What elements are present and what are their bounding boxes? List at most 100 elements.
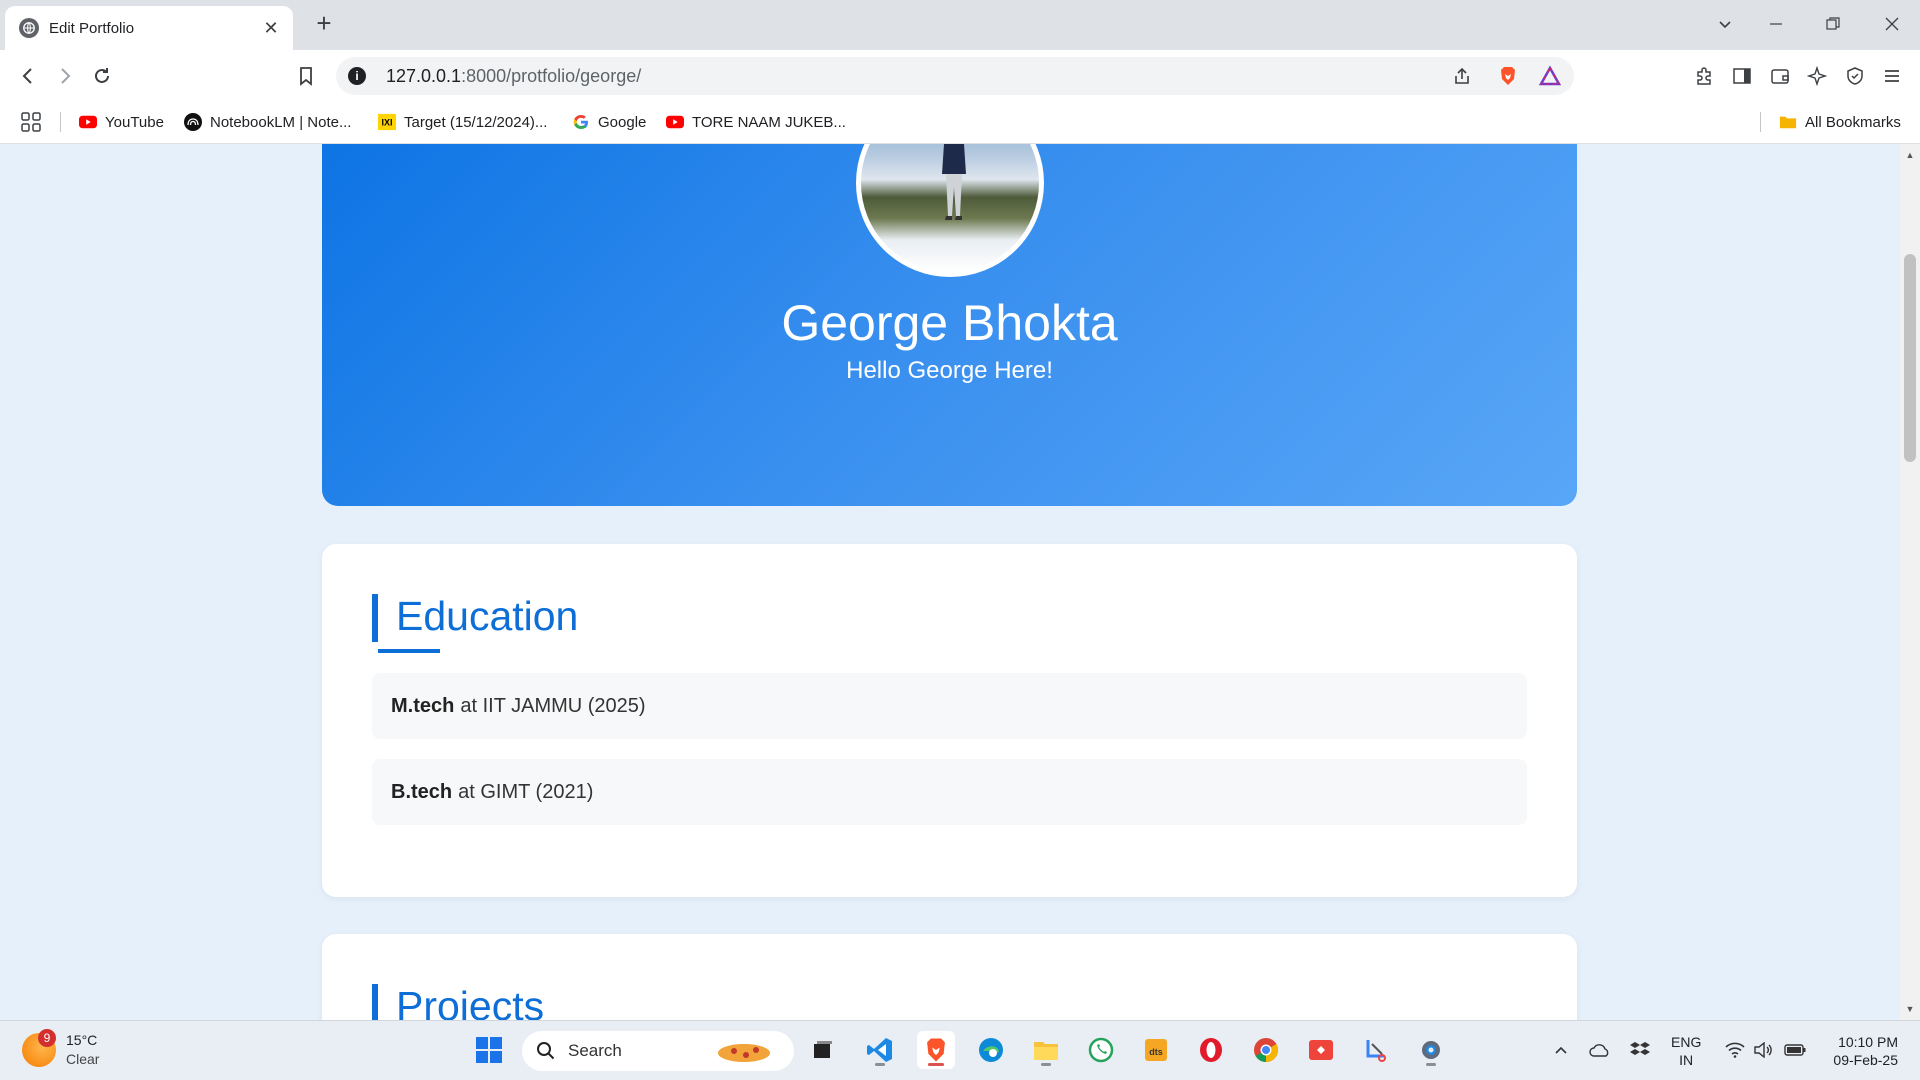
search-placeholder: Search bbox=[568, 1041, 622, 1060]
apps-icon[interactable] bbox=[20, 110, 42, 134]
chevron-up-icon[interactable] bbox=[1550, 1039, 1572, 1061]
running-indicator bbox=[1426, 1063, 1436, 1066]
snipping-tool-icon[interactable] bbox=[1357, 1031, 1395, 1069]
site-info-icon[interactable]: i bbox=[348, 67, 366, 85]
leo-ai-icon[interactable] bbox=[1804, 63, 1830, 89]
profile-header: George Bhokta Hello George Here! bbox=[322, 144, 1577, 506]
bookmark-target[interactable]: IXI Target (15/12/2024)... bbox=[378, 110, 547, 134]
degree-detail: at GIMT (2021) bbox=[458, 780, 594, 803]
weather-icon: 9 bbox=[22, 1029, 56, 1067]
tab-strip: Edit Portfolio ✕ + bbox=[0, 0, 1920, 50]
bookmarks-bar: YouTube NotebookLM | Note... IXI Target … bbox=[0, 100, 1920, 144]
new-tab-button[interactable]: + bbox=[312, 10, 336, 36]
globe-icon bbox=[19, 18, 39, 38]
profile-bio: Hello George Here! bbox=[846, 357, 1053, 384]
taskbar-search[interactable]: Search bbox=[522, 1031, 794, 1071]
browser-toolbar: i 127.0.0.1:8000/protfolio/george/ bbox=[0, 50, 1920, 100]
weather-widget[interactable]: 9 15°C Clear bbox=[22, 1029, 100, 1069]
settings-icon[interactable] bbox=[1412, 1031, 1450, 1069]
degree-label: B.tech bbox=[391, 780, 453, 803]
address-bar[interactable]: i 127.0.0.1:8000/protfolio/george/ bbox=[336, 57, 1574, 95]
bookmark-separator bbox=[1760, 112, 1761, 132]
degree-detail: at IIT JAMMU (2025) bbox=[460, 694, 646, 717]
youtube-icon bbox=[666, 113, 684, 131]
education-title: Education bbox=[372, 594, 578, 642]
reload-button[interactable] bbox=[88, 62, 116, 90]
dts-audio-icon[interactable]: dts bbox=[1137, 1031, 1175, 1069]
projects-card: Projects bbox=[322, 934, 1577, 1020]
onedrive-icon[interactable] bbox=[1589, 1039, 1611, 1061]
clock[interactable]: 10:10 PM 09-Feb-25 bbox=[1828, 1033, 1898, 1069]
minimize-button[interactable] bbox=[1756, 8, 1796, 40]
forward-button[interactable] bbox=[51, 62, 79, 90]
start-button[interactable] bbox=[470, 1031, 508, 1069]
running-indicator bbox=[875, 1063, 885, 1066]
share-icon[interactable] bbox=[1450, 64, 1474, 88]
close-tab-icon[interactable]: ✕ bbox=[261, 18, 281, 38]
whatsapp-icon[interactable] bbox=[1082, 1031, 1120, 1069]
bookmark-page-icon[interactable] bbox=[292, 62, 320, 90]
scroll-down-arrow[interactable]: ▼ bbox=[1905, 1004, 1915, 1014]
title-underline bbox=[378, 649, 440, 653]
running-indicator bbox=[1041, 1063, 1051, 1066]
dropbox-icon[interactable] bbox=[1629, 1039, 1651, 1061]
notebooklm-icon bbox=[184, 113, 202, 131]
bookmark-separator bbox=[60, 112, 61, 132]
edge-icon[interactable] bbox=[972, 1031, 1010, 1069]
restore-button[interactable] bbox=[1813, 8, 1853, 40]
bookmark-google[interactable]: Google bbox=[572, 110, 646, 134]
menu-icon[interactable] bbox=[1879, 63, 1905, 89]
active-indicator bbox=[928, 1063, 944, 1066]
tab-title: Edit Portfolio bbox=[49, 19, 135, 37]
svg-text:dts: dts bbox=[1149, 1047, 1163, 1057]
search-highlight-icon bbox=[718, 1044, 770, 1062]
task-view-icon[interactable] bbox=[804, 1031, 842, 1069]
back-button[interactable] bbox=[14, 62, 42, 90]
projects-title: Projects bbox=[372, 984, 544, 1020]
page-scrollbar[interactable]: ▲ ▼ bbox=[1900, 144, 1920, 1020]
profile-name: George Bhokta bbox=[781, 295, 1118, 351]
youtube-icon bbox=[79, 113, 97, 131]
avatar bbox=[856, 144, 1044, 277]
weather-condition: Clear bbox=[66, 1051, 100, 1067]
bookmark-tore-naam[interactable]: TORE NAAM JUKEB... bbox=[666, 110, 846, 134]
battery-icon[interactable] bbox=[1784, 1039, 1806, 1061]
wifi-icon[interactable] bbox=[1724, 1039, 1746, 1061]
chrome-icon[interactable] bbox=[1247, 1031, 1285, 1069]
opera-icon[interactable] bbox=[1192, 1031, 1230, 1069]
page-viewport: George Bhokta Hello George Here! Educati… bbox=[0, 144, 1900, 1020]
volume-icon[interactable] bbox=[1752, 1039, 1774, 1061]
brave-shields-icon[interactable] bbox=[1496, 64, 1520, 88]
wallet-icon[interactable] bbox=[1767, 63, 1793, 89]
browser-tab[interactable]: Edit Portfolio ✕ bbox=[5, 6, 293, 50]
search-icon bbox=[537, 1042, 555, 1060]
windows-taskbar: 9 15°C Clear Search dts ENG IN 10:10 PM … bbox=[0, 1020, 1920, 1080]
ixl-icon: IXI bbox=[378, 113, 396, 131]
bookmark-youtube[interactable]: YouTube bbox=[79, 110, 164, 134]
scroll-up-arrow[interactable]: ▲ bbox=[1905, 150, 1915, 160]
svg-text:IXI: IXI bbox=[381, 118, 392, 128]
sidebar-icon[interactable] bbox=[1729, 63, 1755, 89]
vpn-icon[interactable] bbox=[1842, 63, 1868, 89]
anydesk-icon[interactable] bbox=[1302, 1031, 1340, 1069]
person-photo bbox=[942, 144, 966, 220]
brave-browser-icon[interactable] bbox=[917, 1031, 955, 1069]
vscode-icon[interactable] bbox=[861, 1031, 899, 1069]
degree-label: M.tech bbox=[391, 694, 455, 717]
tab-search-chevron-icon[interactable] bbox=[1705, 8, 1745, 40]
extensions-icon[interactable] bbox=[1691, 63, 1717, 89]
education-item: B.tech at GIMT (2021) bbox=[372, 759, 1527, 825]
file-explorer-icon[interactable] bbox=[1027, 1031, 1065, 1069]
weather-badge: 9 bbox=[38, 1029, 56, 1047]
google-icon bbox=[572, 113, 590, 131]
weather-temp: 15°C bbox=[66, 1032, 98, 1048]
scroll-thumb[interactable] bbox=[1904, 254, 1916, 462]
language-indicator[interactable]: ENG IN bbox=[1671, 1033, 1701, 1069]
brave-rewards-icon[interactable] bbox=[1538, 64, 1562, 88]
education-item: M.tech at IIT JAMMU (2025) bbox=[372, 673, 1527, 739]
url-text[interactable]: 127.0.0.1:8000/protfolio/george/ bbox=[386, 66, 641, 87]
folder-icon bbox=[1779, 113, 1797, 131]
close-window-button[interactable] bbox=[1872, 8, 1912, 40]
all-bookmarks-button[interactable]: All Bookmarks bbox=[1779, 110, 1901, 134]
bookmark-notebooklm[interactable]: NotebookLM | Note... bbox=[184, 110, 351, 134]
